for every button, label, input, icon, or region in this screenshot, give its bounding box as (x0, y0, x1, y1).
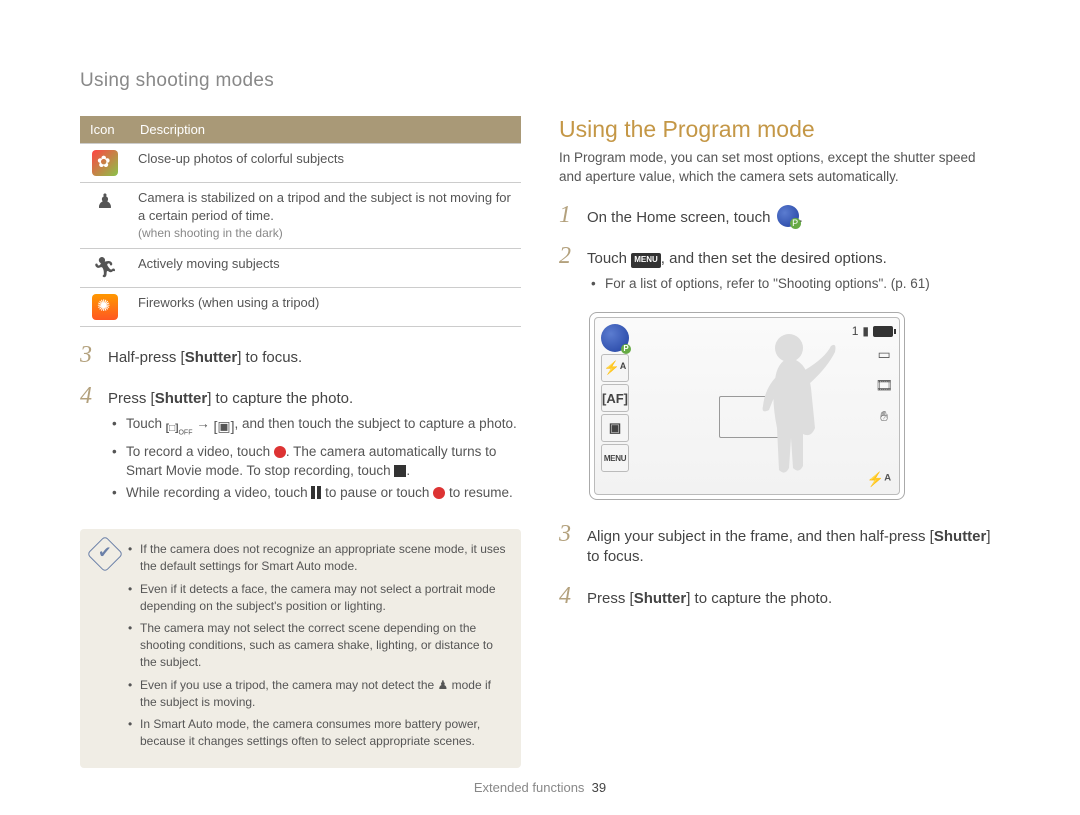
note-item: Even if it detects a face, the camera ma… (128, 581, 509, 615)
section-title: Using shooting modes (80, 70, 1000, 92)
desc-cell: Fireworks (when using a tripod) (130, 287, 521, 326)
table-row: Close-up photos of colorful subjects (80, 144, 521, 183)
card-icon: ▮ (862, 324, 869, 338)
th-description: Description (130, 116, 521, 144)
sub-bullet: While recording a video, touch to pause … (112, 484, 521, 503)
table-row: ♟︎ Camera is stabilized on a tripod and … (80, 183, 521, 249)
pause-icon (311, 486, 315, 499)
program-intro: In Program mode, you can set most option… (559, 149, 1000, 187)
tripod-icon: ♟︎ (438, 678, 449, 692)
step-body: Press [Shutter] to capture the photo. (587, 589, 1000, 609)
program-mode-icon (601, 324, 629, 352)
hint-text: (when shooting in the dark) (138, 226, 283, 240)
note-box: If the camera does not recognize an appr… (80, 529, 521, 768)
step-2: 2 Touch MENU, and then set the desired o… (559, 244, 1000, 298)
step-number: 3 (559, 522, 579, 546)
step-body: Half-press [Shutter] to focus. (108, 348, 521, 368)
footer-section: Extended functions (474, 780, 585, 795)
step-3: 3 Align your subject in the frame, and t… (559, 522, 1000, 568)
stop-icon (394, 465, 406, 477)
page-number: 39 (592, 780, 606, 795)
sub-bullet: To record a video, touch . The camera au… (112, 443, 521, 481)
program-mode-icon (777, 205, 799, 227)
subject-silhouette (745, 328, 845, 486)
step-body: On the Home screen, touch . (587, 205, 1000, 228)
battery-icon (873, 326, 893, 337)
step-body: Align your subject in the frame, and the… (587, 527, 1000, 568)
viewfinder-screenshot: ⚡ᴬ [AF] ▣ MENU 1 ▮ ▭ 🎞︎ ✋︎ (589, 312, 905, 500)
shot-count: 1 (852, 324, 859, 338)
menu-icon: MENU (601, 444, 629, 472)
touch-tap-icon: [▣] (214, 417, 235, 437)
flash-auto-icon: ⚡ᴬ (867, 471, 891, 488)
step-4: 4 Press [Shutter] to capture the photo. … (80, 384, 521, 507)
note-item: In Smart Auto mode, the camera consumes … (128, 716, 509, 750)
stabilizer-icon: ✋︎ (880, 408, 888, 425)
tripod-icon: ♟︎ (96, 189, 114, 215)
shooting-mode-icon: ▣ (601, 414, 629, 442)
desc-cell: Actively moving subjects (130, 248, 521, 287)
program-mode-title: Using the Program mode (559, 116, 1000, 143)
step-number: 2 (559, 244, 579, 268)
table-row: Fireworks (when using a tripod) (80, 287, 521, 326)
photo-icon: ▭ (877, 346, 890, 363)
record-icon (274, 446, 286, 458)
table-row: 🏃︎ Actively moving subjects (80, 248, 521, 287)
step-3: 3 Half-press [Shutter] to focus. (80, 343, 521, 368)
left-column: Icon Description Close-up photos of colo… (80, 116, 521, 768)
step-body: Touch MENU, and then set the desired opt… (587, 249, 1000, 298)
step-number: 4 (559, 584, 579, 608)
sub-bullet: Touch [□]OFF → [▣], and then touch the s… (112, 415, 521, 438)
flash-auto-icon: ⚡ᴬ (601, 354, 629, 382)
fireworks-icon (92, 294, 118, 320)
step-body: Press [Shutter] to capture the photo. To… (108, 389, 521, 507)
icon-description-table: Icon Description Close-up photos of colo… (80, 116, 521, 327)
note-check-icon (87, 536, 124, 573)
step-1: 1 On the Home screen, touch . (559, 203, 1000, 228)
af-icon: [AF] (601, 384, 629, 412)
menu-icon: MENU (631, 253, 661, 268)
desc-cell: Close-up photos of colorful subjects (130, 144, 521, 183)
note-item: If the camera does not recognize an appr… (128, 541, 509, 575)
step-number: 1 (559, 203, 579, 227)
touch-off-icon: [□]OFF (166, 418, 193, 438)
record-icon (433, 487, 445, 499)
note-item: Even if you use a tripod, the camera may… (128, 677, 509, 711)
note-item: The camera may not select the correct sc… (128, 620, 509, 670)
right-column: Using the Program mode In Program mode, … (559, 116, 1000, 768)
step-number: 3 (80, 343, 100, 367)
th-icon: Icon (80, 116, 130, 144)
step-4: 4 Press [Shutter] to capture the photo. (559, 584, 1000, 609)
action-icon: 🏃︎ (92, 255, 117, 281)
desc-cell: Camera is stabilized on a tripod and the… (130, 183, 521, 249)
step-number: 4 (80, 384, 100, 408)
sub-bullet: For a list of options, refer to "Shootin… (591, 275, 1000, 294)
video-icon: 🎞︎ (875, 377, 893, 394)
flower-closeup-icon (92, 150, 118, 176)
page-footer: Extended functions 39 (0, 780, 1080, 795)
